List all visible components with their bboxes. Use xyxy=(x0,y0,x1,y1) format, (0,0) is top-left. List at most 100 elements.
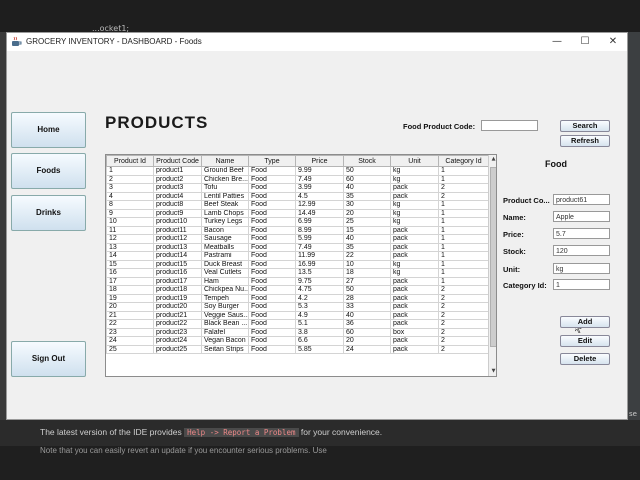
table-cell[interactable]: 7.49 xyxy=(295,174,344,184)
table-cell[interactable]: 22 xyxy=(106,319,154,329)
table-cell[interactable]: 20 xyxy=(343,208,391,218)
table-cell[interactable]: 6.99 xyxy=(295,217,344,227)
table-cell[interactable]: 3 xyxy=(106,183,154,193)
table-cell[interactable]: 10 xyxy=(106,217,154,227)
table-cell[interactable]: Chickpea Nu... xyxy=(201,285,249,295)
table-cell[interactable]: 4.2 xyxy=(295,293,344,303)
products-table[interactable]: Product Id Product Code Name Type Price Stock… xyxy=(105,154,497,377)
table-cell[interactable]: Falafel xyxy=(201,327,249,337)
table-cell[interactable]: 1 xyxy=(438,259,489,269)
table-cell[interactable]: Food xyxy=(248,310,296,320)
table-cell[interactable]: Food xyxy=(248,293,296,303)
table-cell[interactable]: Food xyxy=(248,276,296,286)
table-cell[interactable]: product17 xyxy=(153,276,202,286)
table-cell[interactable]: product21 xyxy=(153,310,202,320)
table-cell[interactable]: 2 xyxy=(106,174,154,184)
table-cell[interactable]: Food xyxy=(248,234,296,244)
table-cell[interactable]: Vegan Bacon xyxy=(201,336,249,346)
table-cell[interactable]: 60 xyxy=(343,174,391,184)
table-cell[interactable]: 2 xyxy=(438,293,489,303)
table-row[interactable]: 21 product21 Veggie Saus... Food 4.9 40 pack 2 xyxy=(106,310,489,320)
table-cell[interactable]: Food xyxy=(248,225,296,235)
table-row[interactable]: 25 product25 Seitan Strips Food 5.85 24 pack 2 xyxy=(106,344,489,354)
table-cell[interactable]: 1 xyxy=(106,166,154,176)
table-cell[interactable]: product3 xyxy=(153,183,202,193)
table-cell[interactable]: pack xyxy=(390,225,439,235)
table-cell[interactable]: 4 xyxy=(106,191,154,201)
table-row[interactable]: 3 product3 Tofu Food 3.99 40 pack 2 xyxy=(106,183,489,193)
table-cell[interactable]: Food xyxy=(248,191,296,201)
table-cell[interactable]: pack xyxy=(390,293,439,303)
table-cell[interactable]: 11 xyxy=(106,225,154,235)
table-cell[interactable]: 1 xyxy=(438,276,489,286)
close-button[interactable]: ✕ xyxy=(599,34,627,50)
unit-field[interactable]: kg xyxy=(553,263,610,274)
table-cell[interactable]: pack xyxy=(390,191,439,201)
table-cell[interactable]: 1 xyxy=(438,234,489,244)
table-cell[interactable]: 1 xyxy=(438,166,489,176)
table-cell[interactable]: 1 xyxy=(438,217,489,227)
table-cell[interactable]: kg xyxy=(390,217,439,227)
table-cell[interactable]: Food xyxy=(248,259,296,269)
table-cell[interactable]: product22 xyxy=(153,319,202,329)
table-cell[interactable]: 4.75 xyxy=(295,285,344,295)
table-cell[interactable]: product24 xyxy=(153,336,202,346)
table-cell[interactable]: 14 xyxy=(106,251,154,261)
table-cell[interactable]: 2 xyxy=(438,319,489,329)
table-cell[interactable]: 15 xyxy=(106,259,154,269)
table-cell[interactable]: product2 xyxy=(153,174,202,184)
table-cell[interactable]: 6.6 xyxy=(295,336,344,346)
table-cell[interactable]: 8.99 xyxy=(295,225,344,235)
table-cell[interactable]: pack xyxy=(390,242,439,252)
table-row[interactable]: 16 product16 Veal Cutlets Food 13.5 18 kg 1 xyxy=(106,268,489,278)
column-header[interactable]: Product Id xyxy=(106,155,154,167)
table-cell[interactable]: product4 xyxy=(153,191,202,201)
add-button[interactable]: Add xyxy=(560,316,610,328)
table-cell[interactable]: Food xyxy=(248,166,296,176)
column-header[interactable]: Product Code xyxy=(153,155,202,167)
table-cell[interactable]: product8 xyxy=(153,200,202,210)
table-cell[interactable]: 7.49 xyxy=(295,242,344,252)
table-cell[interactable]: 2 xyxy=(438,302,489,312)
table-cell[interactable]: kg xyxy=(390,200,439,210)
foods-button[interactable]: Foods xyxy=(11,153,86,189)
table-cell[interactable]: pack xyxy=(390,183,439,193)
table-cell[interactable]: 5.99 xyxy=(295,234,344,244)
table-cell[interactable]: 20 xyxy=(106,302,154,312)
table-cell[interactable]: Tofu xyxy=(201,183,249,193)
table-row[interactable]: 12 product12 Sausage Food 5.99 40 pack 1 xyxy=(106,234,489,244)
table-cell[interactable]: Black Bean ... xyxy=(201,319,249,329)
edit-button[interactable]: Edit xyxy=(560,335,610,347)
ide-report-problem-link[interactable]: Help -> Report a Problem xyxy=(184,428,299,437)
table-cell[interactable]: 9.75 xyxy=(295,276,344,286)
table-cell[interactable]: 28 xyxy=(343,293,391,303)
table-cell[interactable]: Chicken Bre... xyxy=(201,174,249,184)
table-row[interactable]: 8 product8 Beef Steak Food 12.99 30 kg 1 xyxy=(106,200,489,210)
table-body[interactable]: 1 product1 Ground Beef Food 9.99 50 kg 1 2 produc… xyxy=(106,166,489,354)
table-cell[interactable]: Food xyxy=(248,327,296,337)
table-cell[interactable]: Food xyxy=(248,200,296,210)
table-cell[interactable]: 12.99 xyxy=(295,200,344,210)
table-row[interactable]: 2 product2 Chicken Bre... Food 7.49 60 kg 1 xyxy=(106,174,489,184)
table-cell[interactable]: product12 xyxy=(153,234,202,244)
maximize-button[interactable]: ☐ xyxy=(571,34,599,50)
table-cell[interactable]: Food xyxy=(248,217,296,227)
table-cell[interactable]: Food xyxy=(248,344,296,354)
table-cell[interactable]: 3.99 xyxy=(295,183,344,193)
table-cell[interactable]: Food xyxy=(248,174,296,184)
table-cell[interactable]: 19 xyxy=(106,293,154,303)
table-cell[interactable]: 2 xyxy=(438,191,489,201)
table-cell[interactable]: product14 xyxy=(153,251,202,261)
table-cell[interactable]: 27 xyxy=(343,276,391,286)
table-cell[interactable]: product25 xyxy=(153,344,202,354)
table-cell[interactable]: Food xyxy=(248,251,296,261)
table-cell[interactable]: pack xyxy=(390,234,439,244)
price-field[interactable]: 5.7 xyxy=(553,228,610,239)
table-cell[interactable]: 13.5 xyxy=(295,268,344,278)
table-cell[interactable]: 40 xyxy=(343,234,391,244)
table-cell[interactable]: Food xyxy=(248,208,296,218)
home-button[interactable]: Home xyxy=(11,112,86,148)
table-row[interactable]: 15 product15 Duck Breast Food 16.99 10 kg 1 xyxy=(106,259,489,269)
scroll-down-icon[interactable]: ▼ xyxy=(490,368,496,375)
table-cell[interactable]: pack xyxy=(390,285,439,295)
